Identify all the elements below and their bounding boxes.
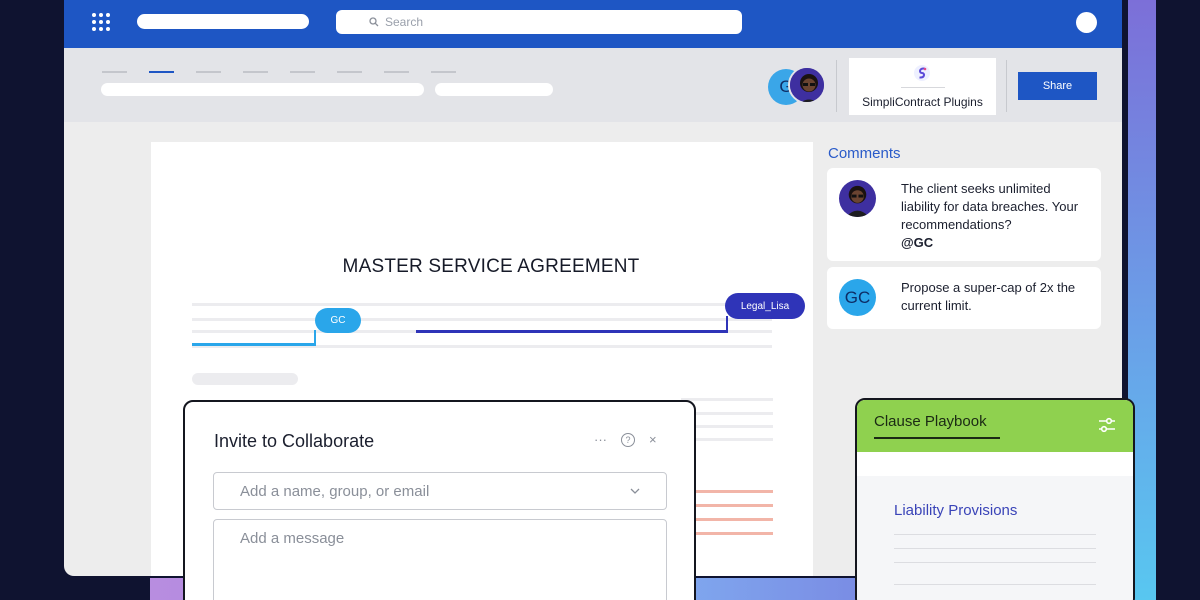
comment-avatar-initials: GC — [844, 287, 871, 307]
document-name-placeholder — [137, 14, 309, 29]
playbook-line — [894, 548, 1096, 549]
gc-connector — [314, 330, 316, 346]
invite-dialog: Invite to Collaborate ··· ? × — [183, 400, 696, 600]
search-box[interactable] — [336, 10, 742, 34]
help-icon[interactable]: ? — [621, 433, 635, 447]
playbook-tab-underline — [874, 437, 1000, 439]
playbook-header: Clause Playbook — [857, 400, 1133, 452]
top-bar — [64, 0, 1122, 48]
share-button[interactable]: Share — [1018, 72, 1097, 100]
close-icon[interactable]: × — [649, 433, 657, 447]
ribbon-tab[interactable] — [196, 71, 221, 73]
gc-highlight-line — [192, 343, 316, 346]
legal-highlight-line — [416, 330, 728, 333]
playbook-line — [894, 534, 1096, 535]
name-input[interactable] — [240, 482, 610, 500]
comment-body: The client seeks unlimited liability for… — [901, 181, 1079, 232]
search-icon — [369, 17, 379, 27]
ribbon-tab-active[interactable] — [149, 71, 174, 73]
person-icon — [790, 68, 824, 102]
comment-mention[interactable]: @GC — [901, 234, 1091, 252]
text-line — [192, 318, 772, 321]
plugins-divider — [901, 87, 945, 88]
simplicontract-logo-icon — [914, 65, 930, 81]
playbook-line — [894, 584, 1096, 585]
person-icon — [839, 180, 876, 217]
playbook-body — [857, 476, 1133, 600]
more-icon[interactable]: ··· — [594, 433, 607, 447]
ribbon-tab[interactable] — [102, 71, 127, 73]
legal-connector — [726, 316, 728, 333]
ribbon-placeholder-bar — [101, 83, 424, 96]
comment-card[interactable]: GC Propose a super-cap of 2x the current… — [827, 267, 1101, 329]
liability-provisions-item[interactable]: Liability Provisions — [894, 502, 1017, 519]
comment-text: Propose a super-cap of 2x the current li… — [901, 280, 1076, 313]
background-gradient-bottom-2 — [690, 578, 860, 600]
playbook-spacer — [857, 452, 1133, 476]
text-placeholder — [192, 373, 298, 385]
plugins-button[interactable]: SimpliContract Plugins — [849, 58, 996, 115]
message-field[interactable] — [213, 519, 667, 600]
legal-comment-tag[interactable]: Legal_Lisa — [725, 293, 805, 319]
ribbon-tab[interactable] — [431, 71, 456, 73]
app-launcher-icon[interactable] — [91, 12, 111, 32]
ribbon-tab[interactable] — [290, 71, 315, 73]
ribbon-tab[interactable] — [337, 71, 362, 73]
ribbon-toolbar: G SimpliContract Plugins Share — [64, 48, 1122, 122]
text-line — [681, 398, 773, 401]
message-input[interactable] — [240, 530, 610, 547]
gc-comment-tag[interactable]: GC — [315, 308, 361, 333]
filter-settings-icon[interactable] — [1098, 417, 1116, 433]
playbook-title[interactable]: Clause Playbook — [874, 413, 987, 430]
collaborator-avatar-person[interactable] — [788, 66, 826, 104]
ribbon-divider — [836, 60, 837, 112]
profile-avatar[interactable] — [1076, 12, 1097, 33]
chevron-down-icon[interactable] — [630, 487, 640, 495]
ribbon-tab[interactable] — [243, 71, 268, 73]
comment-card[interactable]: The client seeks unlimited liability for… — [827, 168, 1101, 261]
invite-dialog-title: Invite to Collaborate — [214, 431, 375, 451]
document-title: MASTER SERVICE AGREEMENT — [342, 256, 640, 277]
invite-dialog-actions: ··· ? × — [594, 433, 657, 447]
clause-playbook-panel: Clause Playbook Liability Provisions — [855, 398, 1135, 600]
comment-text: The client seeks unlimited liability for… — [901, 180, 1091, 252]
comment-avatar-person — [839, 180, 876, 217]
ribbon-placeholder-bar — [435, 83, 553, 96]
name-field[interactable] — [213, 472, 667, 510]
plugins-label: SimpliContract Plugins — [862, 95, 983, 109]
ribbon-divider — [1006, 60, 1007, 112]
comments-heading: Comments — [828, 145, 901, 162]
playbook-line — [894, 562, 1096, 563]
text-line — [192, 303, 772, 306]
search-input[interactable] — [385, 15, 685, 29]
ribbon-tab[interactable] — [384, 71, 409, 73]
comment-avatar-gc: GC — [839, 279, 876, 316]
